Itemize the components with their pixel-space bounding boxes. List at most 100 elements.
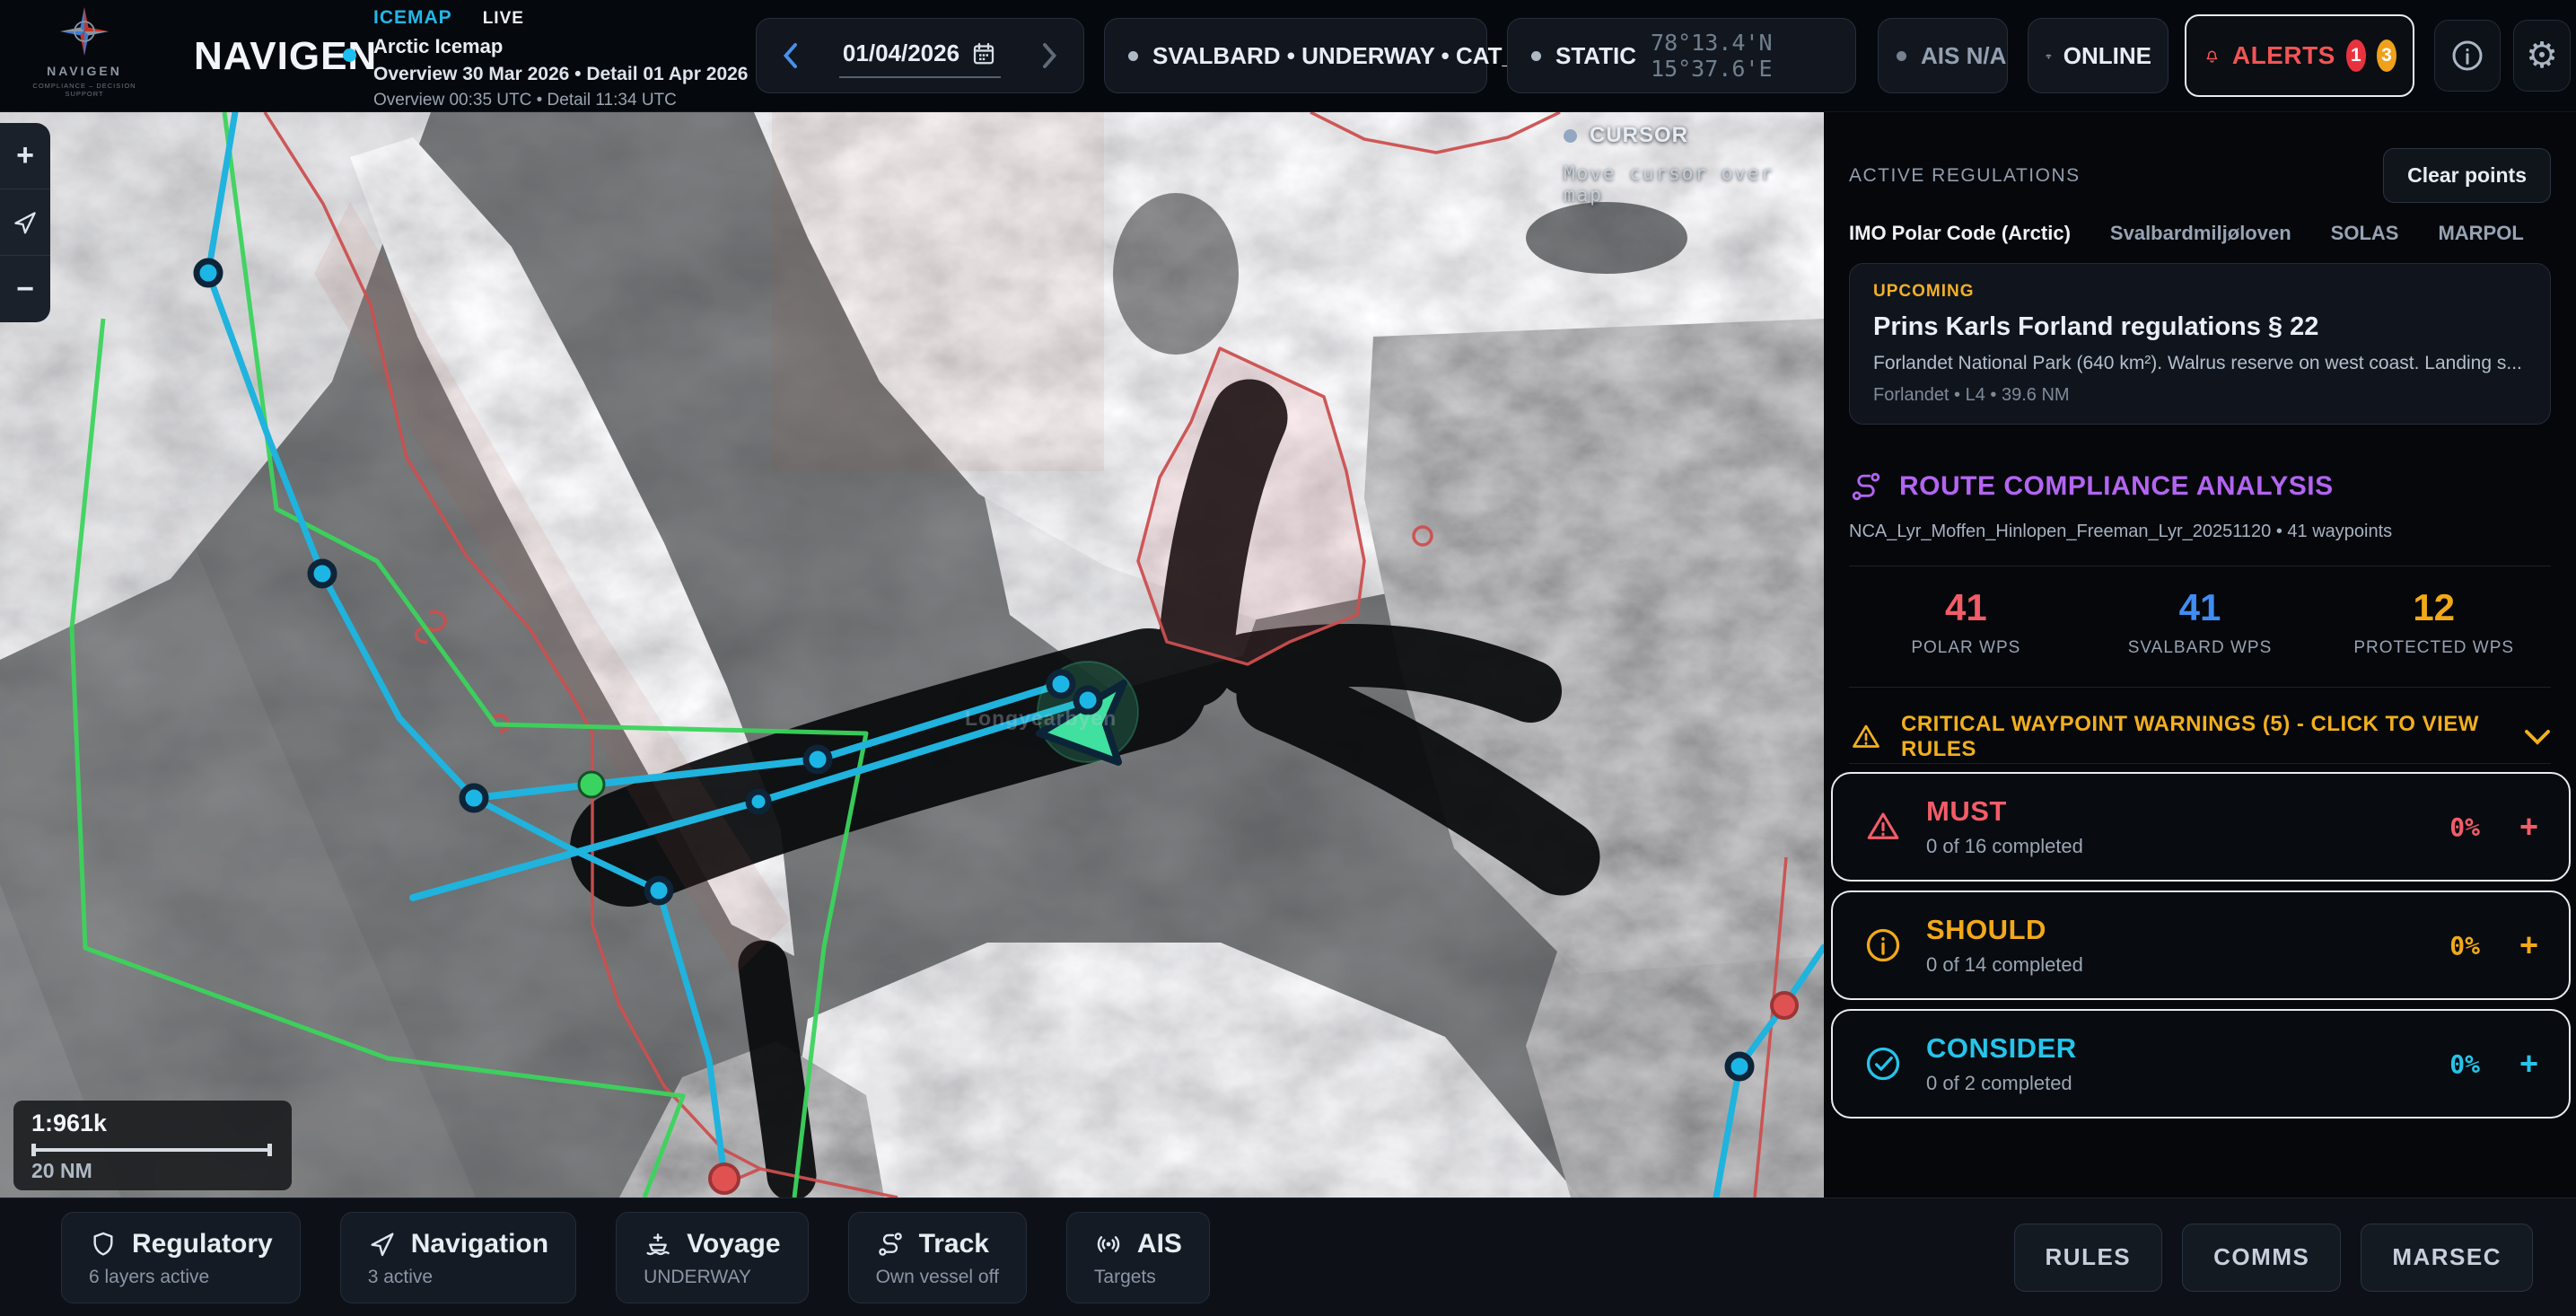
stat-protected-value: 12 <box>2317 586 2551 629</box>
route-analysis-title: ROUTE COMPLIANCE ANALYSIS <box>1899 471 2334 502</box>
locate-button[interactable] <box>0 189 50 256</box>
check-circle-icon <box>1863 1044 1903 1084</box>
next-date-button[interactable] <box>1035 38 1065 74</box>
scale-distance: 20 NM <box>31 1159 274 1183</box>
consider-expand-button[interactable]: + <box>2519 1045 2538 1083</box>
consider-group-card[interactable]: CONSIDER 0 of 2 completed 0% + <box>1831 1009 2571 1119</box>
should-label: SHOULD <box>1926 914 2426 946</box>
must-expand-button[interactable]: + <box>2519 808 2538 846</box>
map-zoom-controls: + − <box>0 123 50 322</box>
status-dot <box>1128 51 1138 61</box>
alerts-button[interactable]: ALERTS 1 3 <box>2185 14 2414 97</box>
upcoming-tag: UPCOMING <box>1873 282 2527 302</box>
ais-dot <box>1897 51 1906 61</box>
online-status-chip[interactable]: ONLINE <box>2028 18 2169 93</box>
info-circle-icon <box>1863 926 1903 965</box>
marsec-button[interactable]: MARSEC <box>2361 1224 2533 1292</box>
clear-points-button[interactable]: Clear points <box>2383 148 2551 203</box>
satellite-basemap <box>0 112 1824 1198</box>
wifi-icon <box>2045 42 2053 69</box>
stat-protected-wps: 12 PROTECTED WPS <box>2317 586 2551 658</box>
calendar-icon[interactable] <box>970 39 997 67</box>
info-icon <box>2449 38 2485 74</box>
logo-tagline: COMPLIANCE – DECISION SUPPORT <box>31 82 138 98</box>
voyage-label: Voyage <box>687 1229 781 1259</box>
prev-date-button[interactable] <box>775 38 805 74</box>
ais-targets-button[interactable]: AIS Targets <box>1066 1212 1210 1303</box>
track-sub: Own vessel off <box>876 1267 999 1288</box>
scale-bar <box>31 1148 272 1152</box>
voyage-sub: UNDERWAY <box>644 1267 781 1288</box>
upcoming-meta: Forlandet • L4 • 39.6 NM <box>1873 385 2527 406</box>
shield-icon <box>89 1230 118 1259</box>
chevron-down-icon[interactable] <box>2524 726 2551 748</box>
must-label: MUST <box>1926 795 2426 828</box>
ais-status-text: AIS N/A <box>1921 42 2006 70</box>
vessel-status-text: SVALBARD • UNDERWAY • CAT_C <box>1152 42 1532 70</box>
regulatory-label: Regulatory <box>132 1229 273 1259</box>
must-group-card[interactable]: MUST 0 of 16 completed 0% + <box>1831 772 2571 882</box>
comms-button[interactable]: COMMS <box>2182 1224 2341 1292</box>
should-group-card[interactable]: SHOULD 0 of 14 completed 0% + <box>1831 890 2571 1000</box>
logo-wordmark: NAVIGEN <box>31 64 138 78</box>
live-label: LIVE <box>483 9 524 29</box>
zoom-out-button[interactable]: − <box>0 256 50 322</box>
navigation-label: Navigation <box>411 1229 548 1259</box>
bell-icon <box>2203 39 2221 72</box>
critical-warnings-text: CRITICAL WAYPOINT WARNINGS (5) - CLICK T… <box>1901 712 2506 762</box>
vessel-status-chip[interactable]: SVALBARD • UNDERWAY • CAT_C <box>1104 18 1487 93</box>
online-status-text: ONLINE <box>2063 42 2151 70</box>
date-field[interactable]: 01/04/2026 <box>839 33 1001 78</box>
rules-button[interactable]: RULES <box>2014 1224 2163 1292</box>
should-expand-button[interactable]: + <box>2519 926 2538 964</box>
ais-label: AIS <box>1137 1229 1182 1259</box>
regulatory-layers-button[interactable]: Regulatory 6 layers active <box>61 1212 301 1303</box>
app-screen: NAVIGEN COMPLIANCE – DECISION SUPPORT NA… <box>0 0 2576 1316</box>
position-chip[interactable]: STATIC 78°13.4'N 15°37.6'E <box>1507 18 1856 93</box>
regulatory-sub: 6 layers active <box>89 1267 273 1288</box>
should-progress: 0 of 14 completed <box>1926 953 2426 977</box>
tab-imo-polar-code[interactable]: IMO Polar Code (Arctic) <box>1849 222 2071 245</box>
green-waypoint <box>579 772 604 797</box>
alerts-label: ALERTS <box>2232 41 2335 70</box>
divider <box>1849 687 2551 688</box>
date-value[interactable]: 01/04/2026 <box>843 39 959 67</box>
chevron-right-icon <box>1040 42 1060 69</box>
brand-logo: NAVIGEN COMPLIANCE – DECISION SUPPORT <box>31 5 138 98</box>
navigation-sub: 3 active <box>368 1267 548 1288</box>
position-mode: STATIC <box>1555 42 1636 70</box>
track-button[interactable]: Track Own vessel off <box>848 1212 1027 1303</box>
navigation-layers-button[interactable]: Navigation 3 active <box>340 1212 576 1303</box>
position-dot <box>1531 51 1541 61</box>
zoom-in-button[interactable]: + <box>0 123 50 189</box>
alerts-warning-badge: 3 <box>2377 39 2396 72</box>
cursor-readout: CURSOR Move cursor over map <box>1564 123 1824 206</box>
map-product-block: ICEMAP LIVE Arctic Icemap Overview 30 Ma… <box>373 7 749 110</box>
red-waypoint-south <box>710 1164 739 1193</box>
must-percent: 0% <box>2449 812 2480 842</box>
map-product-times: Overview 00:35 UTC • Detail 11:34 UTC <box>373 91 749 110</box>
consider-percent: 0% <box>2449 1049 2480 1079</box>
icemap-canvas[interactable]: Longyearbyen + − CURSOR Move cursor over… <box>0 112 1824 1198</box>
tab-svalbardmiljoloven[interactable]: Svalbardmiljøloven <box>2110 222 2291 245</box>
upcoming-description: Forlandet National Park (640 km²). Walru… <box>1873 353 2527 374</box>
bottom-toolbar: Regulatory 6 layers active Navigation 3 … <box>0 1198 2576 1316</box>
tab-marpol[interactable]: MARPOL <box>2438 222 2523 245</box>
date-picker[interactable]: 01/04/2026 <box>756 18 1084 93</box>
critical-warnings-banner[interactable]: CRITICAL WAYPOINT WARNINGS (5) - CLICK T… <box>1849 712 2551 762</box>
stat-protected-label: PROTECTED WPS <box>2317 638 2551 658</box>
voyage-button[interactable]: Voyage UNDERWAY <box>616 1212 809 1303</box>
upcoming-regulation-card[interactable]: UPCOMING Prins Karls Forland regulations… <box>1849 263 2551 425</box>
broadcast-icon <box>1094 1230 1123 1259</box>
chevron-left-icon <box>780 42 800 69</box>
cursor-dot-icon <box>1564 129 1577 143</box>
settings-button[interactable]: ⚙ <box>2513 20 2571 92</box>
cursor-title: CURSOR <box>1590 123 1688 148</box>
place-label: Longyearbyen <box>965 706 1117 731</box>
ais-sub: Targets <box>1094 1267 1182 1288</box>
tab-solas[interactable]: SOLAS <box>2331 222 2399 245</box>
nav-arrow-icon <box>12 209 39 236</box>
divider <box>1849 763 2551 764</box>
ais-status-chip[interactable]: AIS N/A <box>1878 18 2008 93</box>
info-button[interactable] <box>2434 20 2501 92</box>
